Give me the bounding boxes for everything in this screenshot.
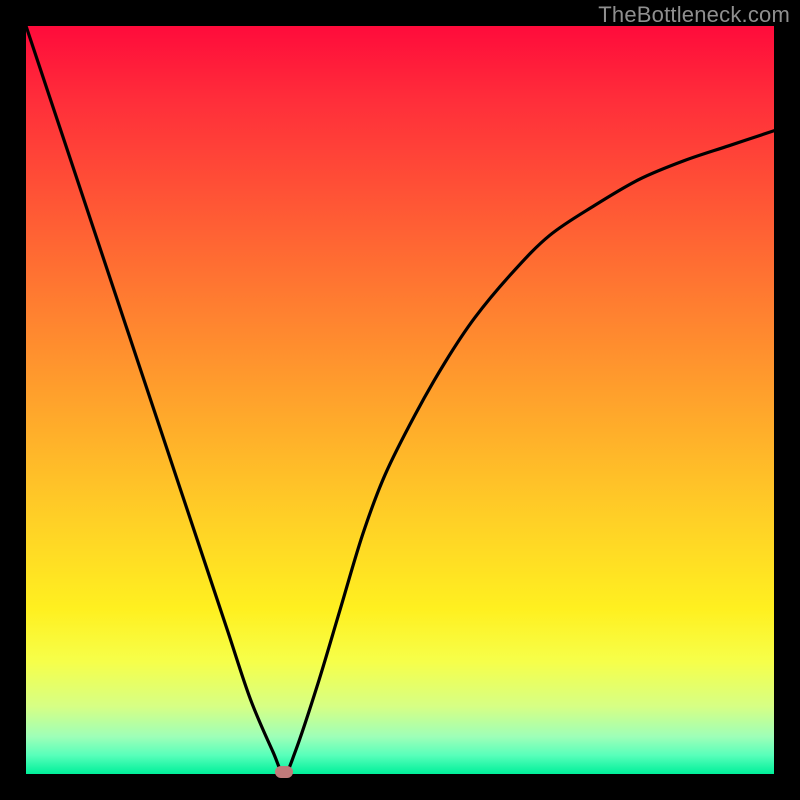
watermark-text: TheBottleneck.com bbox=[598, 2, 790, 28]
bottleneck-curve bbox=[26, 26, 774, 774]
outer-frame: TheBottleneck.com bbox=[0, 0, 800, 800]
plot-area bbox=[26, 26, 774, 774]
minimum-marker bbox=[275, 766, 293, 778]
